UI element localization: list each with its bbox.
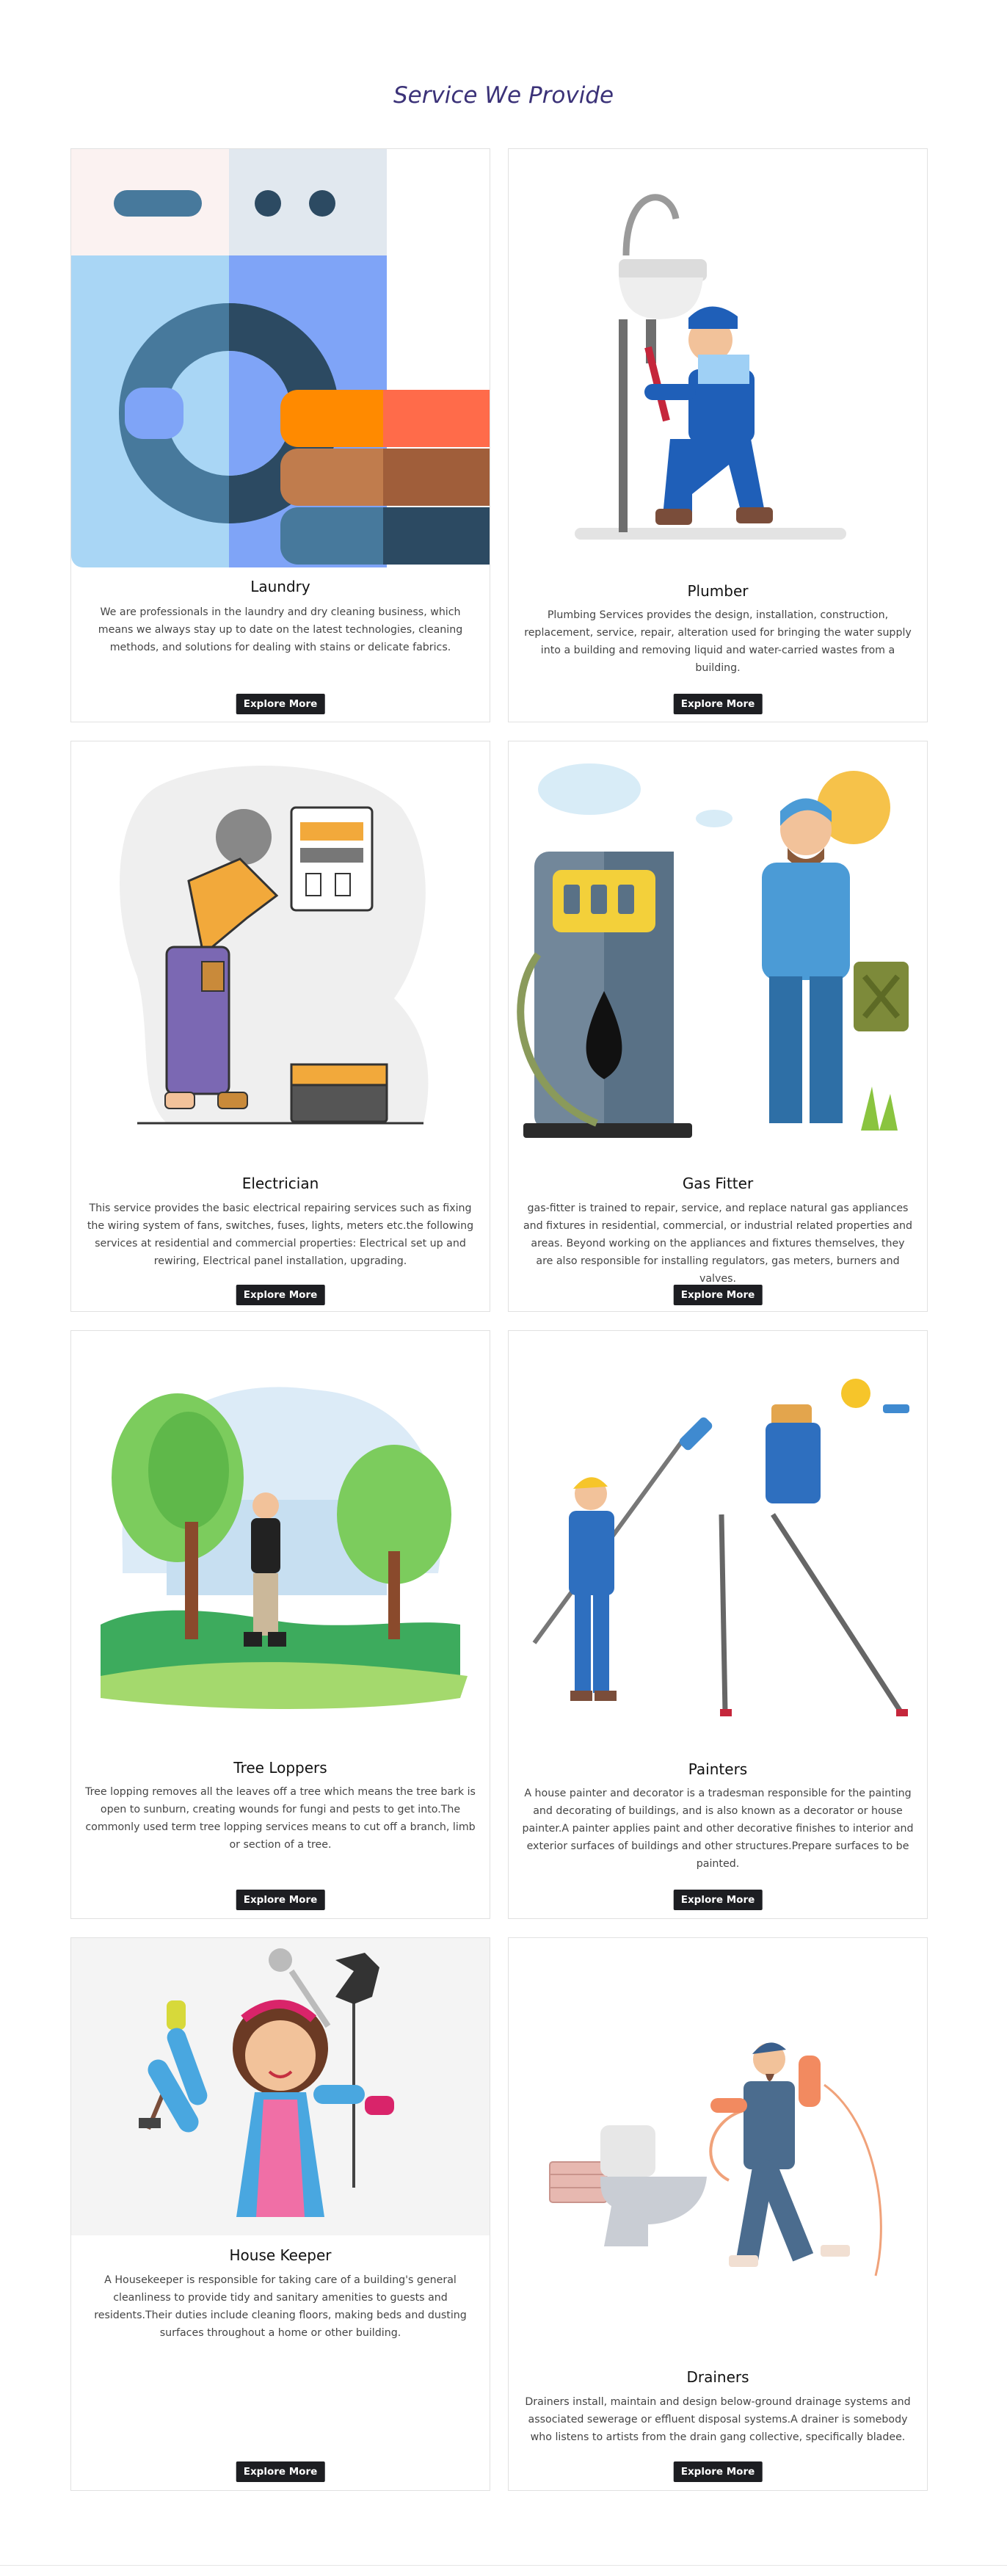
card-description: A Housekeeper is responsible for taking … bbox=[94, 2274, 467, 2339]
card-title: Plumber bbox=[687, 582, 749, 600]
card-title: Electrician bbox=[241, 1175, 319, 1192]
card-description: Tree lopping removes all the leaves off … bbox=[85, 1786, 476, 1851]
service-card-tree-loppers: Tree Loppers Tree lopping removes all th… bbox=[70, 1330, 490, 1919]
service-card-drainers: Drainers Drainers install, maintain and … bbox=[508, 1937, 928, 2491]
explore-more-button[interactable]: Explore More bbox=[673, 2461, 763, 2482]
card-description: We are professionals in the laundry and … bbox=[98, 606, 463, 653]
electrician-illustration bbox=[71, 741, 490, 1160]
section-heading: Service We Provide bbox=[393, 82, 614, 109]
plumber-illustration bbox=[509, 149, 927, 560]
laundry-illustration bbox=[71, 149, 490, 567]
explore-more-button[interactable]: Explore More bbox=[673, 1890, 763, 1910]
footer-divider bbox=[0, 2565, 1007, 2566]
card-title: Laundry bbox=[250, 578, 310, 595]
card-description: Drainers install, maintain and design be… bbox=[525, 2396, 911, 2443]
card-title: Drainers bbox=[686, 2368, 749, 2386]
explore-more-button[interactable]: Explore More bbox=[236, 1285, 325, 1305]
tree-loppers-illustration bbox=[71, 1331, 490, 1749]
service-card-house-keeper: House Keeper A Housekeeper is responsibl… bbox=[70, 1937, 490, 2491]
service-card-painters: Painters A house painter and decorator i… bbox=[508, 1330, 928, 1919]
gas-fitter-illustration bbox=[509, 741, 927, 1160]
card-title: House Keeper bbox=[229, 2246, 332, 2264]
card-title: Tree Loppers bbox=[233, 1759, 327, 1777]
card-description: A house painter and decorator is a trade… bbox=[522, 1788, 914, 1870]
service-card-plumber: Plumber Plumbing Services provides the d… bbox=[508, 148, 928, 722]
house-keeper-illustration bbox=[71, 1938, 490, 2235]
drainers-illustration bbox=[509, 1938, 927, 2349]
service-card-electrician: Electrician This service provides the ba… bbox=[70, 741, 490, 1312]
service-card-laundry: Laundry We are professionals in the laun… bbox=[70, 148, 490, 722]
card-title: Gas Fitter bbox=[682, 1175, 754, 1192]
card-description: This service provides the basic electric… bbox=[87, 1202, 474, 1267]
card-description: gas-fitter is trained to repair, service… bbox=[523, 1202, 913, 1285]
painters-illustration bbox=[509, 1331, 927, 1749]
service-card-gas-fitter: Gas Fitter gas-fitter is trained to repa… bbox=[508, 741, 928, 1312]
card-title: Painters bbox=[688, 1760, 748, 1778]
card-description: Plumbing Services provides the design, i… bbox=[524, 609, 912, 674]
explore-more-button[interactable]: Explore More bbox=[236, 1890, 325, 1910]
explore-more-button[interactable]: Explore More bbox=[236, 2461, 325, 2482]
explore-more-button[interactable]: Explore More bbox=[673, 1285, 763, 1305]
explore-more-button[interactable]: Explore More bbox=[236, 694, 325, 714]
explore-more-button[interactable]: Explore More bbox=[673, 694, 763, 714]
